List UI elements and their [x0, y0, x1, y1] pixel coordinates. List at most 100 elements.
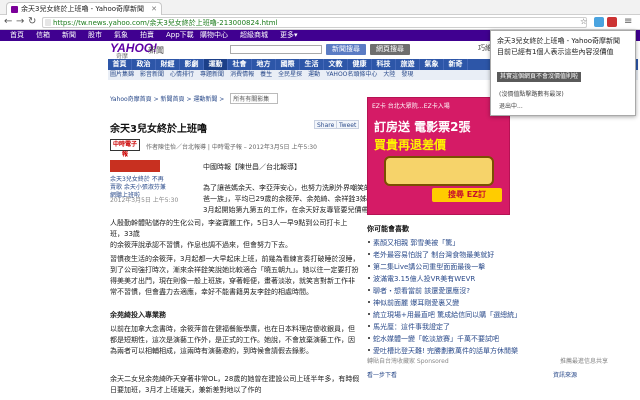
subnav-item[interactable]: 發現: [401, 70, 413, 80]
lock-icon: [45, 19, 51, 26]
nav-local[interactable]: 地方: [252, 59, 276, 70]
article-paragraph: 余天二女兒余苑綺昨天穿著非常OL，28歲的她曾在建設公司上班半年多，有時假日要加…: [110, 375, 360, 394]
breadcrumb: Yahoo奇摩首頁 > 新聞首頁 > 運動新聞 > 所有有關影集: [110, 93, 279, 104]
article-line: 人殷勤幹體貼儲存的生化公司，李姿寶麗工作，5日3人一早9點到公司打卡上班，33歲: [110, 219, 348, 238]
source-byline: 作者陳佳怡／台北報導 | 中時電子報 – 2012年3月5日 上午5:30: [146, 144, 317, 151]
popup-option[interactable]: (沒價值點擊路數有最深): [499, 89, 564, 98]
ybar-auction[interactable]: 拍賣: [140, 30, 154, 41]
ad-search-button[interactable]: 搜尋 EZ訂: [432, 188, 502, 202]
ybar-shopping[interactable]: 購物中心: [200, 30, 228, 41]
subnav-item[interactable]: 大陸: [383, 70, 395, 80]
tweet-button[interactable]: Tweet: [336, 120, 360, 129]
nav-odd[interactable]: 新奇: [444, 59, 468, 70]
ez-travel-ad[interactable]: EZ卡 台北大眾院…EZ卡入場 訂房送 電影票2張 買貴再退差價 搜尋 EZ訂: [367, 97, 510, 215]
nav-travel[interactable]: 旅遊: [396, 59, 420, 70]
nav-finance[interactable]: 財經: [156, 59, 180, 70]
back-icon[interactable]: ←: [4, 16, 12, 28]
subnav-item[interactable]: 全民星探: [278, 70, 302, 80]
subnav-item[interactable]: 養生: [260, 70, 272, 80]
ybar-home[interactable]: 首頁: [10, 30, 24, 41]
crumb-home[interactable]: Yahoo奇摩首頁: [110, 96, 152, 103]
ybar-mail[interactable]: 信箱: [36, 30, 50, 41]
subnav-item[interactable]: 運動: [308, 70, 320, 80]
ad-top-text: EZ卡 台北大眾院…EZ卡入場: [372, 103, 450, 110]
article-paragraph: 以前在加拿大念書時，余筱萍曾在健福餐飯學廣，也在日本料理店傻收銀員，但都是短期性…: [110, 325, 355, 355]
url-input[interactable]: https://tw.news.yahoo.com/余天3兒女終於上班嚕-213…: [42, 17, 587, 28]
ad-line2: 買貴再退差價: [374, 138, 447, 152]
recommended-item[interactable]: 波滿電3.15億人投VR美有WEVR: [367, 274, 475, 284]
article-line: 爸一族」，平均已29歲的余筱萍、余苑綺、余祥銓3姊弟，: [203, 195, 381, 203]
ybar-app[interactable]: App下載: [166, 30, 194, 41]
popup-option[interactable]: 退出中...: [499, 101, 523, 110]
crumb-news[interactable]: 新聞首頁: [161, 96, 185, 103]
right-note: 推薦最進信息共享: [560, 358, 609, 365]
article-line: 為了讓爸媽余天、李亞萍安心，也努力洗刷外界嘲笑的「拿: [203, 184, 385, 192]
recommended-item[interactable]: 第二集Live講公司重型面面最後一擊: [367, 262, 485, 272]
nav-politics[interactable]: 政治: [132, 59, 156, 70]
nav-education[interactable]: 文教: [324, 59, 348, 70]
tab-title: 余天3兒女終於上班嚕 - Yahoo奇摩新聞: [21, 5, 145, 13]
nav-health[interactable]: 健康: [348, 59, 372, 70]
subnav-item[interactable]: 專題新聞: [200, 70, 224, 80]
close-tab-icon[interactable]: ✕: [151, 3, 157, 15]
subnav-item[interactable]: 圖片集錦: [110, 70, 134, 80]
nav-sports[interactable]: 運動: [204, 59, 228, 70]
recommended-item[interactable]: 神似前面麗 爆耳剛愛裏又變: [367, 298, 459, 308]
source-logo: 中時電子報: [110, 139, 140, 158]
ybar-more[interactable]: 更多▾: [280, 30, 298, 41]
nav-tech[interactable]: 科技: [372, 59, 396, 70]
yahoo-favicon-icon: [11, 6, 18, 13]
topic-select[interactable]: 所有有關影集: [230, 93, 279, 104]
recommended-item[interactable]: 統立現場+用最直吧 驚成給信同以購「選總統」: [367, 310, 521, 320]
ybar-news[interactable]: 新聞: [62, 30, 76, 41]
nav-home[interactable]: 首頁: [108, 59, 132, 70]
related-date: 2012年3月5日 上午5:30: [110, 197, 179, 204]
browser-tab-strip: 余天3兒女終於上班嚕 - Yahoo奇摩新聞 ✕: [0, 0, 640, 15]
browser-tab[interactable]: 余天3兒女終於上班嚕 - Yahoo奇摩新聞 ✕: [6, 2, 162, 15]
nav-world[interactable]: 國際: [276, 59, 300, 70]
ybar-stock[interactable]: 股市: [88, 30, 102, 41]
bus-illustration-icon: [384, 156, 494, 186]
extension-active-icon[interactable]: [607, 17, 617, 27]
nav-life[interactable]: 生活: [300, 59, 324, 70]
menu-icon[interactable]: ≡: [624, 16, 632, 28]
article-line: 的余筱萍說承認不習慣，作息也調不過來，但會努力下去。: [110, 241, 292, 249]
url-text: https://tw.news.yahoo.com/余天3兒女終於上班嚕-213…: [53, 19, 278, 27]
nav-weather[interactable]: 氣象: [420, 59, 444, 70]
subnav-item[interactable]: 消費情報: [230, 70, 254, 80]
news-search-button[interactable]: 新聞搜尋: [326, 44, 366, 55]
related-thumbnail[interactable]: [110, 160, 160, 172]
recommended-item[interactable]: 聊者・想看當前 該還愛還應沒?: [368, 286, 470, 296]
forward-icon[interactable]: →: [16, 16, 24, 28]
subnav-item[interactable]: YAHOO名頭條中心: [326, 70, 377, 80]
crumb-current[interactable]: 運動新聞: [193, 96, 217, 103]
popup-message: 目前已經有1個人表示這些內容沒價值: [497, 48, 614, 56]
address-bar-row: ← → ↻ https://tw.news.yahoo.com/余天3兒女終於上…: [0, 15, 640, 30]
extension-icon[interactable]: [594, 17, 604, 27]
source-link[interactable]: 資訊來源: [553, 370, 577, 379]
popup-action-button[interactable]: 其實這個網頁不會沒價值則啦: [497, 72, 582, 82]
nav-society[interactable]: 社會: [228, 59, 252, 70]
sponsor-note: 轉貼自台灣收藏家 Sponsored: [367, 358, 449, 365]
share-button[interactable]: Share: [314, 120, 338, 129]
recommended-item[interactable]: 馬光厘：這件事我證定了: [368, 322, 450, 332]
more-link[interactable]: 看一步下看: [367, 370, 397, 379]
recommended-item[interactable]: 老外最容易怕說了 制台灣食物最美就好: [367, 250, 494, 260]
nav-entertainment[interactable]: 影劇: [180, 59, 204, 70]
search-input[interactable]: [230, 45, 322, 54]
subnav-item[interactable]: 心情排行: [170, 70, 194, 80]
recommended-item[interactable]: 素顏又相親 郭雪美被「驚」: [367, 238, 459, 248]
ybar-mall[interactable]: 超級商城: [240, 30, 268, 41]
extension-popup: 余天3兒女終於上班嚕 - Yahoo奇摩新聞 目前已經有1個人表示這些內容沒價值…: [490, 30, 636, 116]
star-icon[interactable]: ☆: [580, 16, 587, 28]
reload-icon[interactable]: ↻: [28, 16, 36, 28]
ybar-weather[interactable]: 氣象: [114, 30, 128, 41]
recommended-title: 你可能會喜歡: [367, 225, 409, 233]
article-byline: 中國時報【陳世昌／台北報導】: [203, 163, 301, 171]
web-search-button[interactable]: 網頁搜尋: [370, 44, 410, 55]
subnav-item[interactable]: 影音新聞: [140, 70, 164, 80]
recommended-item[interactable]: 蛇水媒體一變「乾淡旅賽」千萬不要試吧: [368, 334, 499, 344]
popup-title: 余天3兒女終於上班嚕 - Yahoo奇摩新聞: [497, 37, 621, 45]
recommended-item[interactable]: 愛吐槽比登天難! 完勝劃數萬件的話單方休閒樂: [367, 346, 518, 356]
ad-line1: 訂房送 電影票2張: [374, 120, 471, 134]
